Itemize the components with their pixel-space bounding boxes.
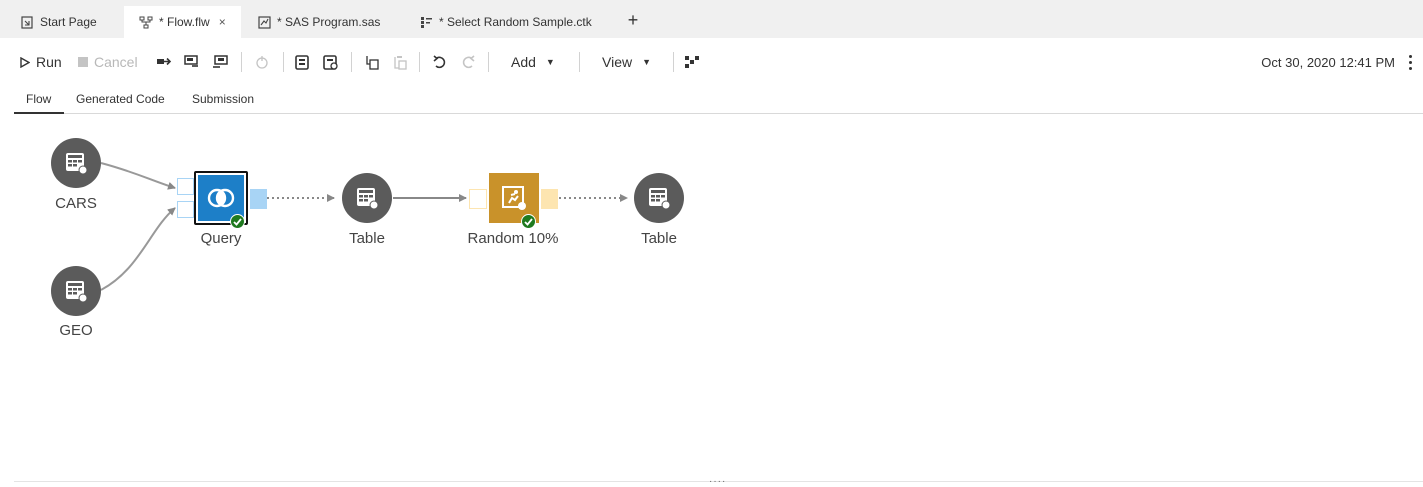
run-from-node-icon[interactable] bbox=[155, 53, 173, 71]
more-options-icon[interactable] bbox=[1405, 52, 1415, 72]
connector-geo-query[interactable] bbox=[100, 207, 176, 291]
table-node-icon bbox=[342, 173, 392, 223]
toolbar-separator bbox=[283, 52, 284, 72]
tab-select-random-sample[interactable]: * Select Random Sample.ctk bbox=[419, 6, 592, 38]
cancel-button[interactable]: Cancel bbox=[78, 51, 138, 73]
overview-map-icon[interactable] bbox=[683, 53, 701, 71]
node-table-result[interactable] bbox=[634, 173, 684, 223]
toolbar-separator bbox=[419, 52, 420, 72]
success-check-icon bbox=[230, 214, 245, 229]
output-port[interactable] bbox=[541, 189, 558, 209]
flow-connections bbox=[100, 162, 628, 291]
sampling-icon bbox=[502, 186, 526, 210]
toolbar-separator bbox=[579, 52, 580, 72]
document-tab-bar: Start Page * Flow.flw × * SAS Program.sa… bbox=[0, 0, 1423, 38]
node-table-output[interactable] bbox=[342, 173, 392, 223]
program-icon bbox=[257, 15, 271, 29]
run-to-node-icon[interactable] bbox=[211, 53, 229, 71]
output-port[interactable] bbox=[250, 189, 267, 209]
start-page-icon bbox=[20, 15, 34, 29]
input-port[interactable] bbox=[177, 178, 194, 195]
flow-canvas[interactable]: CARS GEO Query Table Random 10% Table bbox=[0, 114, 1423, 481]
tab-label: * Select Random Sample.ctk bbox=[439, 15, 592, 29]
node-label-random-sample: Random 10% bbox=[467, 230, 559, 247]
tab-submission[interactable]: Submission bbox=[192, 92, 254, 114]
input-port[interactable] bbox=[177, 201, 194, 218]
tab-start-page[interactable]: Start Page bbox=[20, 6, 97, 38]
tab-label: * SAS Program.sas bbox=[277, 15, 381, 29]
tab-flow-view[interactable]: Flow bbox=[14, 92, 64, 114]
node-label-cars: CARS bbox=[55, 195, 97, 212]
node-geo[interactable] bbox=[51, 266, 101, 316]
resize-handle-icon[interactable]: ···· bbox=[709, 476, 726, 487]
toolbar-separator bbox=[241, 52, 242, 72]
flow-view-tabs: Flow Generated Code Submission bbox=[0, 86, 1423, 114]
run-selected-icon[interactable] bbox=[183, 53, 201, 71]
copy-icon[interactable] bbox=[363, 53, 381, 71]
save-as-icon[interactable] bbox=[321, 53, 339, 71]
tab-sas-program[interactable]: * SAS Program.sas bbox=[257, 6, 380, 38]
toolbar-separator bbox=[351, 52, 352, 72]
undo-icon[interactable] bbox=[431, 53, 449, 71]
table-node-icon bbox=[51, 138, 101, 188]
run-label: Run bbox=[36, 54, 62, 70]
close-icon[interactable]: × bbox=[219, 15, 226, 29]
task-icon bbox=[419, 15, 433, 29]
node-label-table: Table bbox=[641, 230, 677, 247]
flow-icon bbox=[139, 15, 153, 29]
table-node-icon bbox=[51, 266, 101, 316]
tab-generated-code[interactable]: Generated Code bbox=[76, 92, 165, 114]
save-icon[interactable] bbox=[293, 53, 311, 71]
redo-icon[interactable] bbox=[459, 53, 477, 71]
add-menu-button[interactable]: Add ▼ bbox=[511, 51, 555, 73]
last-saved-timestamp: Oct 30, 2020 12:41 PM bbox=[1261, 55, 1395, 70]
node-label-query: Query bbox=[200, 230, 242, 247]
success-check-icon bbox=[521, 214, 536, 229]
run-button[interactable]: Run bbox=[20, 51, 62, 73]
refresh-icon[interactable] bbox=[253, 53, 271, 71]
flow-toolbar: Run Cancel Add ▼ View ▼ Oct 30, 2020 12:… bbox=[0, 38, 1423, 86]
toolbar-separator bbox=[488, 52, 489, 72]
toolbar-separator bbox=[673, 52, 674, 72]
stop-icon bbox=[78, 57, 88, 67]
tab-label: * Flow.flw bbox=[159, 15, 210, 29]
input-port[interactable] bbox=[469, 189, 487, 209]
node-cars[interactable] bbox=[51, 138, 101, 188]
tab-label: Start Page bbox=[40, 15, 97, 29]
tab-flow[interactable]: * Flow.flw × bbox=[124, 6, 241, 38]
add-tab-button[interactable]: + bbox=[624, 11, 642, 31]
table-node-icon bbox=[634, 173, 684, 223]
cancel-label: Cancel bbox=[94, 54, 138, 70]
add-label: Add bbox=[511, 54, 536, 70]
node-label-table: Table bbox=[349, 230, 385, 247]
caret-down-icon: ▼ bbox=[545, 57, 555, 67]
view-label: View bbox=[602, 54, 633, 70]
node-label-geo: GEO bbox=[59, 322, 93, 339]
caret-down-icon: ▼ bbox=[642, 57, 652, 67]
connector-cars-query[interactable] bbox=[100, 162, 176, 190]
paste-icon[interactable] bbox=[391, 53, 409, 71]
view-menu-button[interactable]: View ▼ bbox=[602, 51, 651, 73]
run-icon bbox=[20, 56, 30, 68]
